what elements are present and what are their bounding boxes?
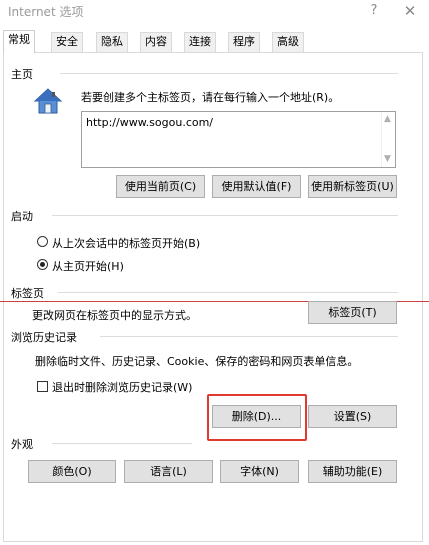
tab-programs[interactable]: 程序 bbox=[228, 32, 260, 52]
radio-last-session[interactable] bbox=[37, 236, 48, 247]
startup-group-line bbox=[52, 215, 398, 216]
tab-connections[interactable]: 连接 bbox=[184, 32, 216, 52]
delete-on-exit-checkbox[interactable] bbox=[37, 381, 48, 392]
history-group-label: 浏览历史记录 bbox=[11, 329, 81, 345]
radio-home-page-label: 从主页开始(H) bbox=[52, 260, 124, 273]
radio-home-page[interactable] bbox=[37, 259, 48, 270]
close-button[interactable]: ✕ bbox=[399, 1, 421, 21]
use-current-button[interactable]: 使用当前页(C) bbox=[116, 175, 205, 198]
window-title: Internet 选项 bbox=[8, 5, 84, 19]
startup-group-label: 启动 bbox=[11, 208, 37, 224]
textarea-scrollbar[interactable]: ▲ ▼ bbox=[381, 112, 395, 167]
fonts-button[interactable]: 字体(N) bbox=[220, 460, 299, 483]
languages-button[interactable]: 语言(L) bbox=[124, 460, 213, 483]
tab-general[interactable]: 常规 bbox=[3, 30, 35, 53]
appearance-group-line bbox=[52, 443, 192, 444]
tab-security[interactable]: 安全 bbox=[51, 32, 83, 52]
home-page-textarea[interactable]: http://www.sogou.com/ ▲ ▼ bbox=[81, 111, 396, 168]
appearance-group-label: 外观 bbox=[11, 436, 37, 452]
use-default-button[interactable]: 使用默认值(F) bbox=[212, 175, 301, 198]
tab-content[interactable]: 内容 bbox=[140, 32, 172, 52]
use-new-tab-button[interactable]: 使用新标签页(U) bbox=[308, 175, 397, 198]
help-button[interactable]: ? bbox=[363, 1, 385, 21]
tab-privacy[interactable]: 隐私 bbox=[96, 32, 128, 52]
tabs-description: 更改网页在标签页中的显示方式。 bbox=[32, 309, 197, 322]
house-icon bbox=[33, 88, 63, 114]
colors-button[interactable]: 颜色(O) bbox=[28, 460, 116, 483]
history-settings-button[interactable]: 设置(S) bbox=[308, 405, 397, 428]
home-group-line bbox=[60, 73, 398, 74]
tabs-group-label: 标签页 bbox=[11, 285, 48, 301]
tab-strip: 常规 安全 隐私 内容 连接 程序 高级 bbox=[3, 30, 423, 53]
tabs-group-line bbox=[58, 292, 398, 293]
tabs-settings-button[interactable]: 标签页(T) bbox=[308, 301, 397, 324]
home-page-url: http://www.sogou.com/ bbox=[86, 116, 214, 129]
history-description: 删除临时文件、历史记录、Cookie、保存的密码和网页表单信息。 bbox=[35, 355, 359, 368]
home-instruction: 若要创建多个主标签页，请在每行输入一个地址(R)。 bbox=[81, 91, 340, 104]
accessibility-button[interactable]: 辅助功能(E) bbox=[308, 460, 397, 483]
scroll-down-icon[interactable]: ▼ bbox=[384, 154, 391, 164]
history-group-line bbox=[100, 336, 398, 337]
home-group-label: 主页 bbox=[11, 66, 37, 82]
radio-last-session-label: 从上次会话中的标签页开始(B) bbox=[52, 237, 201, 250]
tab-advanced[interactable]: 高级 bbox=[272, 32, 304, 52]
title-bar: Internet 选项 ? ✕ bbox=[0, 0, 429, 26]
delete-on-exit-label: 退出时删除浏览历史记录(W) bbox=[52, 381, 193, 394]
scroll-up-icon[interactable]: ▲ bbox=[384, 114, 391, 124]
annotation-highlight-box bbox=[207, 394, 307, 441]
